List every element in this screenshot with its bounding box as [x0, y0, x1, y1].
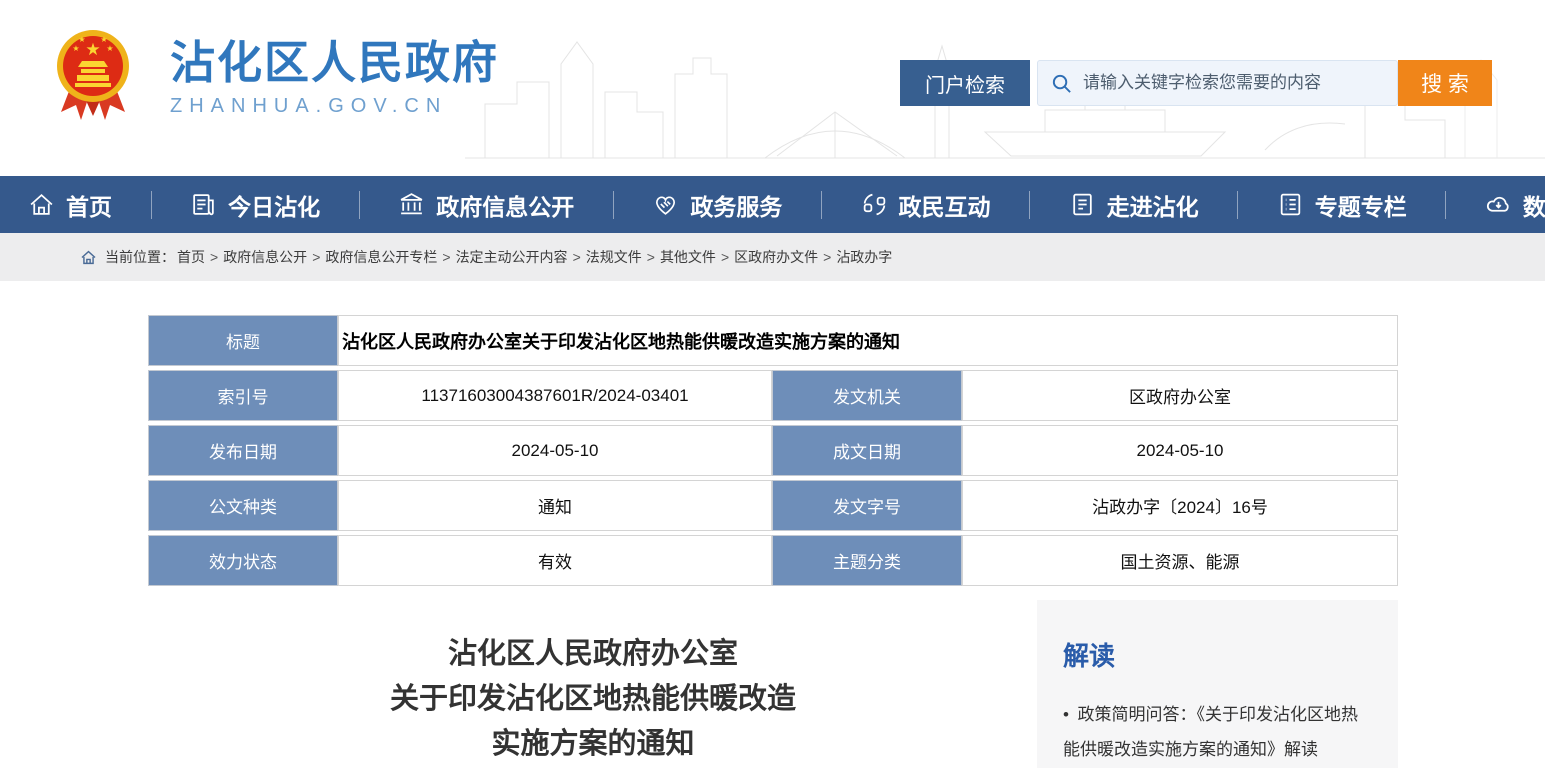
nav-item-label: 政务服务: [690, 188, 782, 222]
svg-text:★: ★: [106, 44, 113, 53]
meta-value-written-date: 2024-05-10: [962, 425, 1398, 476]
breadcrumb-item-zhanzhengbanzi[interactable]: 沾政办字: [836, 247, 892, 267]
breadcrumb-separator: >: [573, 249, 581, 265]
nav-divider: [613, 191, 614, 219]
meta-value-index-number: 11371603004387601R/2024-03401: [338, 370, 772, 421]
breadcrumb-item-info-disclosure[interactable]: 政府信息公开: [223, 247, 307, 267]
nav-item-interaction[interactable]: 政民互动: [861, 188, 991, 222]
meta-label-title: 标题: [148, 315, 338, 366]
nav-item-special-topics[interactable]: 专题专栏: [1277, 188, 1407, 222]
svg-text:★: ★: [85, 40, 100, 59]
document-title: 沾化区人民政府办公室 关于印发沾化区地热能供暖改造 实施方案的通知: [148, 632, 1038, 767]
meta-value-document-type: 通知: [338, 480, 772, 531]
zhanhua-gov-page: ★ ★ ★ ★ ★ 沾化区人民政府 ZHANHUA.GOV.CN 门户检索: [0, 0, 1545, 768]
breadcrumb-separator: >: [442, 249, 450, 265]
interpretation-panel: 解读 政策简明问答：《关于印发沾化区地热能供暖改造实施方案的通知》解读: [1037, 600, 1398, 768]
nav-divider: [821, 191, 822, 219]
nav-item-label: 首页: [66, 188, 112, 222]
search-input[interactable]: [1083, 73, 1385, 93]
nav-divider: [359, 191, 360, 219]
newspaper-icon: [190, 191, 217, 218]
breadcrumb-item-home[interactable]: 首页: [177, 247, 205, 267]
nav-item-label: 政府信息公开: [436, 188, 574, 222]
breadcrumb: 当前位置： 首页 > 政府信息公开 > 政府信息公开专栏 > 法定主动公开内容 …: [0, 233, 1545, 281]
chat-bubbles-icon: [861, 191, 888, 218]
meta-label-document-type: 公文种类: [148, 480, 338, 531]
nav-item-open-data[interactable]: 数据开放: [1485, 188, 1545, 222]
nav-divider: [1237, 191, 1238, 219]
site-title-block[interactable]: 沾化区人民政府 ZHANHUA.GOV.CN: [170, 38, 499, 118]
breadcrumb-item-other-documents[interactable]: 其他文件: [660, 247, 716, 267]
meta-value-title: 沾化区人民政府办公室关于印发沾化区地热能供暖改造实施方案的通知: [338, 315, 1398, 366]
nav-item-info-disclosure[interactable]: 政府信息公开: [398, 188, 574, 222]
meta-label-issuing-agency: 发文机关: [772, 370, 962, 421]
interpretation-title: 解读: [1063, 636, 1372, 673]
document-title-line: 沾化区人民政府办公室: [148, 632, 1038, 677]
document-title-line: 关于印发沾化区地热能供暖改造: [148, 677, 1038, 722]
site-logo[interactable]: ★ ★ ★ ★ ★: [55, 26, 131, 126]
breadcrumb-item-district-office-docs[interactable]: 区政府办文件: [734, 247, 818, 267]
nav-item-label: 走进沾化: [1107, 188, 1199, 222]
main-navigation: 首页 今日沾化 政府信息公开: [0, 176, 1545, 233]
breadcrumb-separator: >: [823, 249, 831, 265]
breadcrumb-separator: >: [721, 249, 729, 265]
nav-item-about[interactable]: 走进沾化: [1069, 188, 1199, 222]
breadcrumb-separator: >: [312, 249, 320, 265]
breadcrumb-item-disclosure-column[interactable]: 政府信息公开专栏: [325, 247, 437, 267]
meta-label-publish-date: 发布日期: [148, 425, 338, 476]
nav-item-label: 政民互动: [899, 188, 991, 222]
nav-item-home[interactable]: 首页: [28, 188, 112, 222]
site-domain: ZHANHUA.GOV.CN: [170, 95, 499, 118]
svg-text:★: ★: [78, 35, 85, 44]
nav-divider: [1029, 191, 1030, 219]
meta-value-issuing-agency: 区政府办公室: [962, 370, 1398, 421]
document-icon: [1069, 191, 1096, 218]
breadcrumb-prefix: 当前位置：: [105, 247, 175, 267]
meta-label-topic-category: 主题分类: [772, 535, 962, 586]
meta-label-document-number: 发文字号: [772, 480, 962, 531]
search-box[interactable]: [1037, 60, 1398, 106]
portal-search-button[interactable]: 门户检索: [900, 60, 1030, 106]
list-icon: [1277, 191, 1304, 218]
search-button[interactable]: 搜 索: [1398, 60, 1492, 106]
breadcrumb-item-regulations[interactable]: 法规文件: [586, 247, 642, 267]
cloud-download-icon: [1485, 191, 1512, 218]
nav-divider: [151, 191, 152, 219]
government-building-icon: [398, 191, 425, 218]
meta-value-validity-status: 有效: [338, 535, 772, 586]
site-name: 沾化区人民政府: [170, 38, 499, 88]
meta-label-validity-status: 效力状态: [148, 535, 338, 586]
breadcrumb-separator: >: [647, 249, 655, 265]
document-title-line: 实施方案的通知: [148, 722, 1038, 767]
nav-item-today[interactable]: 今日沾化: [190, 188, 320, 222]
nav-item-label: 数据开放: [1523, 188, 1545, 222]
meta-value-publish-date: 2024-05-10: [338, 425, 772, 476]
meta-label-written-date: 成文日期: [772, 425, 962, 476]
national-emblem-icon: ★ ★ ★ ★ ★: [55, 26, 131, 126]
breadcrumb-item-statutory-content[interactable]: 法定主动公开内容: [456, 247, 568, 267]
breadcrumb-home-icon: [80, 249, 97, 266]
nav-divider: [1445, 191, 1446, 219]
breadcrumb-separator: >: [210, 249, 218, 265]
meta-value-topic-category: 国土资源、能源: [962, 535, 1398, 586]
interpretation-link[interactable]: 政策简明问答：《关于印发沾化区地热能供暖改造实施方案的通知》解读: [1063, 697, 1372, 767]
portal-search-label: 门户检索: [925, 69, 1005, 98]
document-meta-table: 标题 沾化区人民政府办公室关于印发沾化区地热能供暖改造实施方案的通知 索引号 1…: [148, 315, 1398, 586]
search-button-label: 搜 索: [1421, 68, 1469, 98]
svg-text:★: ★: [72, 44, 79, 53]
nav-item-label: 专题专栏: [1315, 188, 1407, 222]
meta-value-document-number: 沾政办字〔2024〕16号: [962, 480, 1398, 531]
site-header: ★ ★ ★ ★ ★ 沾化区人民政府 ZHANHUA.GOV.CN 门户检索: [0, 0, 1545, 176]
search-icon: [1050, 72, 1073, 95]
nav-item-services[interactable]: 政务服务: [652, 188, 782, 222]
svg-text:★: ★: [100, 35, 107, 44]
nav-item-label: 今日沾化: [228, 188, 320, 222]
service-heart-icon: [652, 191, 679, 218]
home-icon: [28, 191, 55, 218]
meta-label-index-number: 索引号: [148, 370, 338, 421]
